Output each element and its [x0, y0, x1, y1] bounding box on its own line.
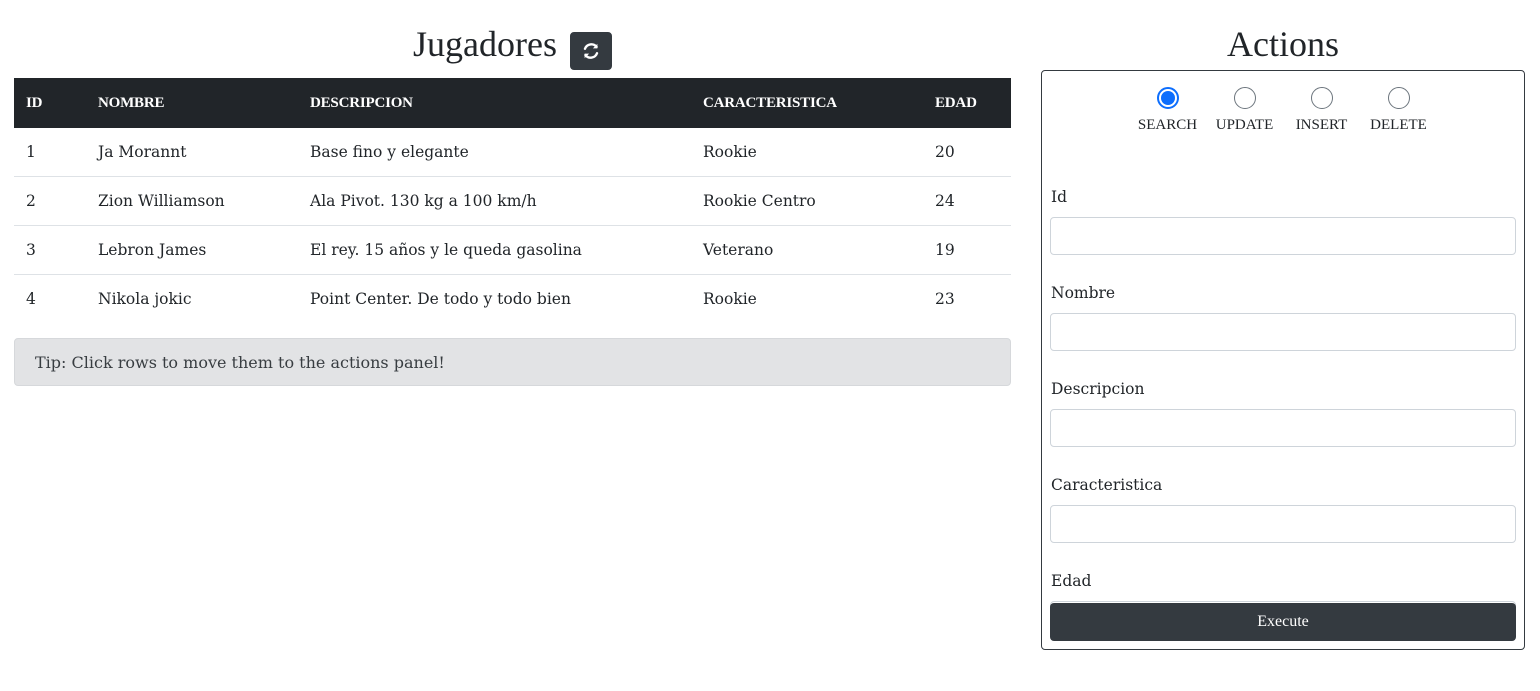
radio-button[interactable]: [1310, 87, 1333, 109]
cell-edad: 19: [923, 225, 1011, 275]
tip-alert: Tip: Click rows to move them to the acti…: [14, 338, 1011, 386]
cell-caracteristica: Rookie Centro: [691, 176, 923, 226]
table-row[interactable]: 1 Ja Morannt Base fino y elegante Rookie…: [14, 128, 1011, 177]
field-label-descripcion: Descripcion: [1051, 380, 1145, 398]
execute-button[interactable]: Execute: [1050, 603, 1516, 641]
radio-button-checked[interactable]: [1156, 87, 1179, 109]
field-label-id: Id: [1051, 188, 1068, 206]
field-descripcion: Descripcion: [1050, 379, 1516, 475]
radio-button[interactable]: [1387, 87, 1410, 109]
mode-radio-group: SEARCH UPDATE INSERT DELETE: [1050, 87, 1516, 143]
cell-caracteristica: Rookie: [703, 143, 757, 161]
cell-descripcion: Ala Pivot. 130 kg a 100 km/h: [298, 176, 691, 226]
radio-label: DELETE: [1370, 117, 1427, 133]
players-header: Jugadores: [14, 0, 1011, 78]
column-header-descripcion: DESCRIPCION: [310, 94, 413, 111]
cell-nombre: Nikola jokic: [86, 274, 298, 323]
field-label-nombre: Nombre: [1051, 284, 1116, 302]
radio-label: SEARCH: [1137, 117, 1198, 133]
cell-id: 1: [26, 143, 36, 161]
cell-edad: 23: [923, 274, 1011, 323]
radio-delete[interactable]: DELETE: [1360, 87, 1437, 143]
radio-insert[interactable]: INSERT: [1283, 87, 1360, 143]
players-table: ID NOMBRE DESCRIPCION CARACTERISTICA EDA…: [14, 78, 1011, 323]
cell-nombre: Lebron James: [86, 225, 298, 275]
cell-edad: 20: [935, 143, 955, 161]
cell-descripcion: Point Center. De todo y todo bien: [298, 274, 691, 323]
field-label-caracteristica: Caracteristica: [1051, 476, 1163, 494]
cell-caracteristica: Rookie: [691, 274, 923, 323]
field-caracteristica: Caracteristica: [1050, 475, 1516, 571]
page-title: Jugadores: [413, 24, 557, 64]
cell-id: 4: [14, 274, 86, 323]
column-header-edad: EDAD: [935, 94, 977, 111]
actions-section: Actions SEARCH UPDATE INSERT DELETE Id N…: [1041, 0, 1525, 650]
refresh-button[interactable]: [569, 32, 612, 70]
cell-edad: 24: [923, 176, 1011, 226]
cell-nombre: Zion Williamson: [86, 176, 298, 226]
descripcion-input[interactable]: [1050, 409, 1516, 447]
field-id: Id: [1050, 187, 1516, 283]
table-row[interactable]: 4 Nikola jokic Point Center. De todo y t…: [14, 274, 1011, 323]
cell-id: 3: [14, 225, 86, 275]
table-row[interactable]: 3 Lebron James El rey. 15 años y le qued…: [14, 225, 1011, 275]
column-header-caracteristica: CARACTERISTICA: [703, 94, 837, 111]
cell-nombre: Ja Morannt: [98, 143, 187, 161]
actions-panel: SEARCH UPDATE INSERT DELETE Id Nombre De…: [1041, 70, 1525, 650]
refresh-icon: [583, 43, 599, 59]
cell-descripcion: Base fino y elegante: [310, 143, 469, 161]
table-header: ID NOMBRE DESCRIPCION CARACTERISTICA EDA…: [14, 78, 1011, 128]
column-header-nombre: NOMBRE: [98, 94, 165, 111]
radio-label: UPDATE: [1215, 117, 1274, 133]
cell-id: 2: [14, 176, 86, 226]
id-input[interactable]: [1050, 217, 1516, 255]
column-header-id: ID: [26, 94, 43, 111]
cell-descripcion: El rey. 15 años y le queda gasolina: [298, 225, 691, 275]
radio-label: INSERT: [1295, 117, 1348, 133]
radio-button[interactable]: [1233, 87, 1256, 109]
table-row[interactable]: 2 Zion Williamson Ala Pivot. 130 kg a 10…: [14, 176, 1011, 226]
caracteristica-input[interactable]: [1050, 505, 1516, 543]
nombre-input[interactable]: [1050, 313, 1516, 351]
radio-update[interactable]: UPDATE: [1206, 87, 1283, 143]
radio-search[interactable]: SEARCH: [1129, 87, 1206, 143]
actions-title: Actions: [1227, 24, 1339, 64]
field-nombre: Nombre: [1050, 283, 1516, 379]
players-section: Jugadores ID NOMBRE DESCRIPCION CARACTER…: [14, 0, 1011, 386]
field-label-edad: Edad: [1051, 572, 1092, 590]
cell-caracteristica: Veterano: [691, 225, 923, 275]
